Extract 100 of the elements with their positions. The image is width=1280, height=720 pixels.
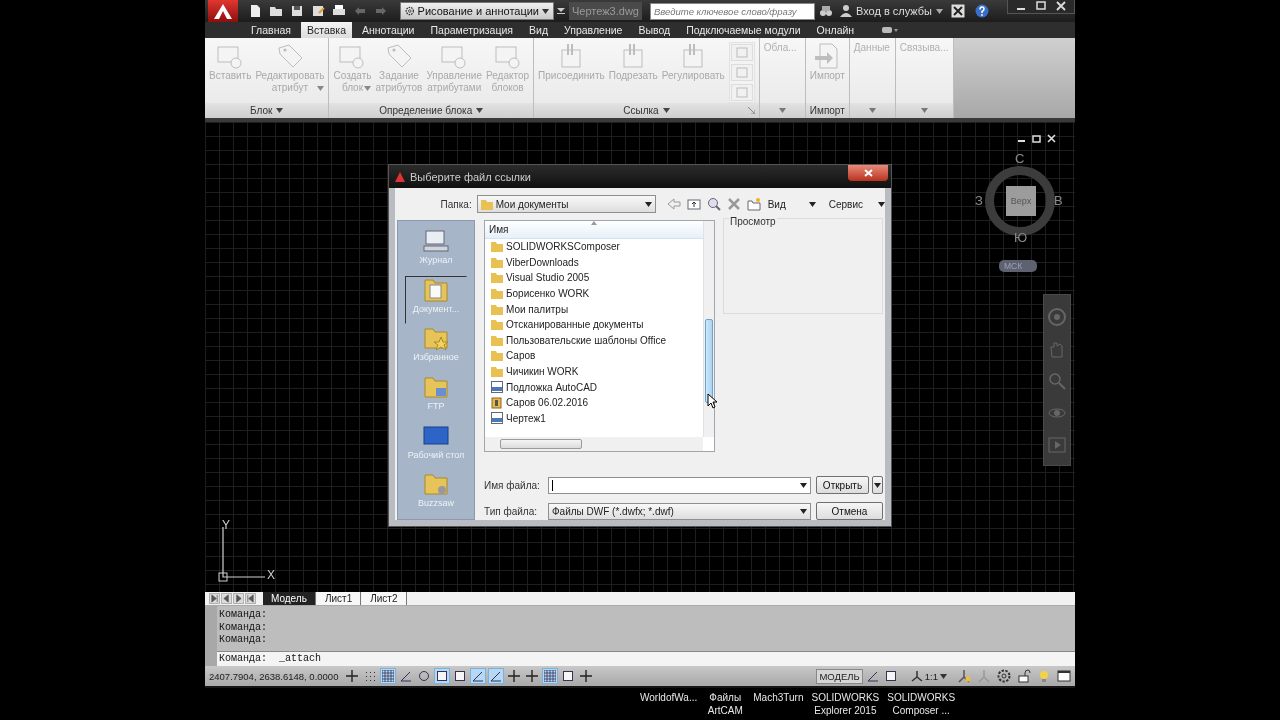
new-folder-icon[interactable]: [746, 197, 761, 211]
cancel-button[interactable]: Отмена: [816, 502, 883, 520]
new-file-icon[interactable]: [248, 4, 262, 18]
save-icon[interactable]: [290, 4, 304, 18]
file-item[interactable]: Чертеж1: [506, 412, 546, 424]
status-toggle[interactable]: [470, 668, 487, 684]
compass-label[interactable]: З: [975, 193, 983, 208]
ribbon-tab[interactable]: Главная: [245, 22, 297, 38]
compass-label[interactable]: В: [1054, 193, 1063, 208]
save-as-icon[interactable]: [311, 4, 325, 18]
status-toggle[interactable]: [380, 668, 397, 684]
help-icon[interactable]: [975, 4, 990, 18]
ribbon-tab[interactable]: Управление: [558, 22, 629, 38]
file-item[interactable]: Саров: [506, 350, 536, 362]
folder-icon: [491, 366, 503, 378]
x-square-icon[interactable]: [951, 4, 966, 18]
taskbar-item[interactable]: Mach3Turn: [753, 691, 804, 704]
open-options-button[interactable]: [872, 476, 883, 494]
window-icon[interactable]: [1057, 669, 1071, 683]
open-button[interactable]: Открыть: [816, 476, 869, 494]
search-field[interactable]: Введите ключевое слово/фразу: [649, 2, 815, 20]
grid-icon: [382, 670, 395, 682]
angle-icon: [472, 670, 485, 682]
horizontal-scrollbar[interactable]: [485, 437, 703, 451]
folder-label: Папка:: [439, 198, 472, 210]
archive-icon: [491, 396, 503, 409]
status-toggle[interactable]: [578, 668, 595, 684]
folder-icon: [491, 241, 503, 253]
status-toggle[interactable]: [506, 668, 523, 684]
status-toggle[interactable]: [344, 668, 361, 684]
view-menu[interactable]: Вид: [767, 198, 786, 210]
search-web-icon[interactable]: [706, 197, 721, 211]
close-icon[interactable]: [1047, 134, 1056, 143]
panel-menu-caret-icon: [920, 108, 928, 113]
command-grip[interactable]: [205, 606, 217, 666]
file-item[interactable]: Чичикин WORK: [506, 366, 579, 378]
file-item[interactable]: Саров 06.02.2016: [506, 397, 589, 409]
close-icon[interactable]: [1056, 0, 1066, 12]
redo-icon[interactable]: [374, 4, 388, 18]
binoculars-icon[interactable]: [818, 4, 833, 18]
layout-tab[interactable]: Модель: [263, 592, 316, 605]
compass-label[interactable]: Ю: [1014, 230, 1028, 245]
annotation-scale-button[interactable]: 1:1: [910, 670, 947, 682]
restore-icon[interactable]: [1032, 134, 1041, 143]
taskbar-item[interactable]: WorldofWa...: [640, 691, 698, 704]
status-toggle[interactable]: [524, 668, 541, 684]
file-item[interactable]: Мои палитры: [506, 303, 569, 315]
print-icon[interactable]: [332, 4, 346, 18]
layout-nav-button[interactable]: [233, 593, 244, 604]
model-space-button[interactable]: МОДЕЛЬ: [816, 668, 863, 684]
maximize-icon[interactable]: [1036, 0, 1046, 12]
tools-caret-icon: [878, 201, 885, 207]
status-toggle[interactable]: [488, 668, 505, 684]
status-toggle[interactable]: [542, 668, 559, 684]
close-button[interactable]: [848, 165, 888, 181]
file-item[interactable]: Visual Studio 2005: [506, 272, 590, 284]
sign-in-button[interactable]: Вход в службы: [838, 4, 933, 18]
file-type-dropdown[interactable]: Файлы DWF (*.dwfx; *.dwf): [548, 502, 811, 520]
ribbon-tab[interactable]: Онлайн: [810, 22, 861, 38]
vertical-scrollbar[interactable]: [703, 221, 714, 437]
ribbon-tab[interactable]: Вывод: [632, 22, 677, 38]
status-toggle[interactable]: [434, 668, 451, 684]
command-history-line: Команда:: [218, 634, 268, 647]
workspace-dropdown[interactable]: Рисование и аннотации: [400, 2, 554, 20]
ribbon-tab[interactable]: Вид: [523, 22, 554, 38]
ribbon-tab[interactable]: Аннотации: [356, 22, 421, 38]
file-item[interactable]: ViberDownloads: [506, 256, 579, 268]
annotation-icon[interactable]: [957, 669, 971, 683]
panel-title: Ссылка: [623, 105, 659, 116]
folder-up-icon[interactable]: [686, 197, 701, 211]
open-folder-icon[interactable]: [269, 4, 283, 18]
file-item[interactable]: Пользовательские шаблоны Office: [506, 334, 666, 346]
file-item[interactable]: Борисенко WORK: [506, 288, 590, 300]
ribbon-tab[interactable]: Подключаемые модули: [680, 22, 807, 38]
file-item[interactable]: SOLIDWORKSComposer: [506, 241, 620, 253]
layout-nav-button[interactable]: [221, 593, 232, 604]
layout-nav-button[interactable]: [209, 593, 220, 604]
lock-icon[interactable]: [1017, 669, 1031, 683]
ribbon-tab[interactable]: Параметризация: [424, 22, 519, 38]
panel-toggle-icon[interactable]: [882, 26, 899, 34]
app-menu-button[interactable]: [208, 0, 238, 22]
launcher-icon[interactable]: [747, 107, 755, 114]
taskbar-item[interactable]: SOLIDWORKS Explorer 2015: [811, 691, 880, 717]
layout-tab[interactable]: Лист1: [316, 592, 362, 605]
settings-icon[interactable]: [997, 669, 1011, 683]
name-column-header[interactable]: Имя: [485, 221, 703, 239]
layout-tab[interactable]: Лист2: [362, 592, 407, 605]
taskbar-item[interactable]: Файлы ArtCAM: [705, 691, 746, 717]
taskbar-item[interactable]: SOLIDWORKS Composer ...: [887, 691, 956, 717]
file-item[interactable]: Отсканированные документы: [506, 319, 644, 331]
file-item[interactable]: Подложка AutoCAD: [506, 381, 598, 393]
coordinates: 2407.7904, 2638.6148, 0.0000: [209, 670, 339, 682]
folder-dropdown[interactable]: Мои документы: [476, 195, 656, 213]
compass-label[interactable]: С: [1015, 151, 1025, 166]
file-name-field[interactable]: [548, 476, 811, 494]
menu-caret-icon[interactable]: [557, 7, 565, 15]
tools-menu[interactable]: Сервис: [828, 198, 863, 210]
folder-icon: [491, 272, 503, 284]
layout-nav-button[interactable]: [245, 593, 256, 604]
ribbon-tab[interactable]: Вставка: [300, 22, 352, 38]
